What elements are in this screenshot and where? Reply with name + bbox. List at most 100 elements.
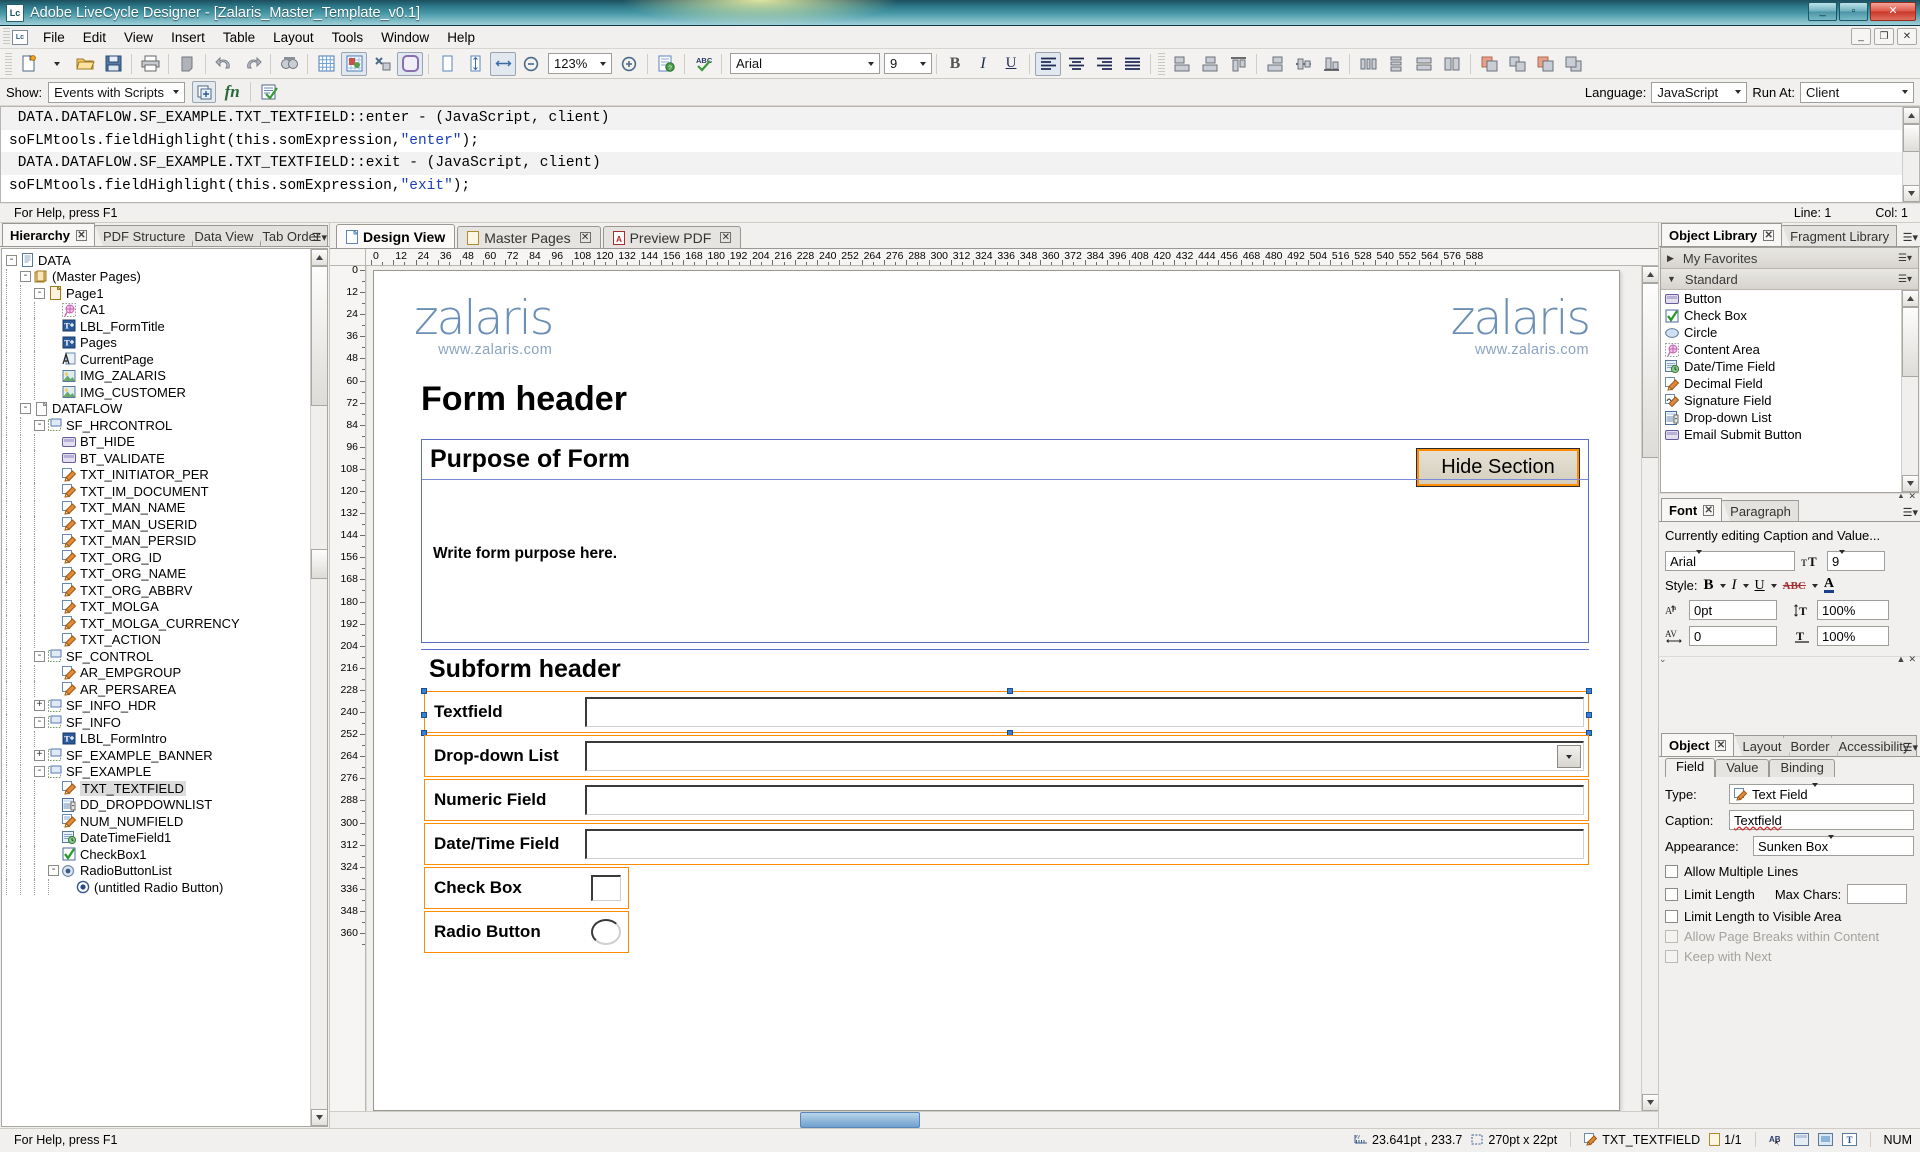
script-code-line-exit[interactable]: soFLMtools.fieldHighlight(this.somExpres…	[1, 175, 1919, 198]
panel-splitter-2[interactable]: ⌄ ▲ ✕	[1659, 654, 1920, 664]
tree-expander-expand-icon[interactable]: +	[34, 749, 45, 761]
form-page[interactable]: zalaris www.zalaris.com zalaris www.zala…	[373, 270, 1620, 1111]
panel-menu-icon[interactable]: ☰▾	[1903, 231, 1918, 244]
fit-page-icon[interactable]	[490, 51, 516, 76]
tab-preview-pdf[interactable]: A Preview PDF ✕	[602, 226, 742, 248]
underline-dropdown-icon[interactable]	[1770, 583, 1777, 588]
purpose-of-form-title[interactable]: Purpose of Form	[422, 440, 1588, 479]
tab-border[interactable]: Border	[1782, 735, 1838, 756]
tree-node-pages[interactable]: T Pages	[6, 334, 327, 352]
library-item-email-submit-button[interactable]: Email Submit Button	[1661, 426, 1918, 443]
chevron-down-icon[interactable]	[1896, 82, 1913, 102]
tab-hierarchy[interactable]: Hierarchy ✕	[2, 223, 95, 246]
tree-node-lbl-formintro[interactable]: T LBL_FormIntro	[6, 730, 327, 748]
tree-node-page1[interactable]: - Page1	[6, 285, 327, 302]
grid-icon[interactable]	[313, 52, 339, 76]
form-field-check-box[interactable]: Check Box	[424, 867, 629, 909]
menu-item-window[interactable]: Window	[372, 28, 438, 47]
library-vertical-scrollbar[interactable]	[1901, 290, 1918, 492]
form-field-radio-button[interactable]: Radio Button	[424, 911, 629, 953]
language-combo[interactable]: JavaScript	[1651, 81, 1748, 103]
tree-node-sf-info-hdr[interactable]: + SF_INFO_HDR	[6, 697, 327, 715]
tree-node-txt-man-userid[interactable]: TXT_MAN_USERID	[6, 516, 327, 533]
align-obj-right-icon[interactable]	[1262, 52, 1288, 76]
toolbar-drag-handle-2[interactable]	[1158, 52, 1165, 75]
library-group-my-favorites[interactable]: ▶ My Favorites ☰▾	[1661, 248, 1918, 269]
panel-menu-icon[interactable]: ☰▾	[312, 231, 327, 244]
scroll-thumb-secondary[interactable]	[311, 549, 327, 579]
close-icon[interactable]: ✕	[75, 229, 87, 241]
group-icon[interactable]	[1476, 52, 1502, 76]
close-button[interactable]: ✕	[1870, 2, 1916, 21]
canvas-vertical-scrollbar[interactable]	[1641, 266, 1658, 1111]
spell-check-icon[interactable]: ABC	[690, 52, 716, 76]
close-icon[interactable]: ✕	[579, 232, 591, 243]
check-script-syntax-icon[interactable]	[257, 81, 281, 103]
align-obj-center-icon[interactable]	[1197, 52, 1223, 76]
tree-node-datetimefield1[interactable]: DateTimeField1	[6, 829, 327, 847]
tree-node-checkbox1[interactable]: CheckBox1	[6, 846, 327, 863]
tree-node-untitled-radio-button[interactable]: (untitled Radio Button)	[6, 879, 327, 896]
align-obj-left-icon[interactable]	[1169, 52, 1195, 76]
tree-node-sf-example-banner[interactable]: + SF_EXAMPLE_BANNER	[6, 747, 327, 764]
object-appearance-combo[interactable]: Sunken Box	[1753, 834, 1914, 856]
menu-item-tools[interactable]: Tools	[323, 28, 373, 47]
tab-master-pages[interactable]: Master Pages ✕	[457, 226, 601, 248]
find-icon[interactable]	[276, 52, 302, 76]
object-library-list[interactable]: ▶ My Favorites ☰▾ ▼ Standard ☰▾ Button Ch…	[1660, 247, 1919, 493]
align-obj-bottom-icon[interactable]	[1318, 52, 1344, 76]
form-field-textfield[interactable]: Textfield	[421, 688, 1592, 736]
italic-dropdown-icon[interactable]	[1742, 583, 1749, 588]
font-color-icon[interactable]: A	[1823, 577, 1835, 593]
doc-restore-button[interactable]: ❐	[1874, 28, 1894, 45]
page-height-icon[interactable]	[462, 52, 488, 76]
tree-node-ca1[interactable]: CA1	[6, 301, 327, 319]
page-width-icon[interactable]	[434, 52, 460, 76]
selection-handle-tc[interactable]	[1006, 688, 1013, 694]
chevron-down-icon[interactable]	[1828, 834, 1835, 854]
tree-node-bt-validate[interactable]: BT_VALIDATE	[6, 450, 327, 467]
group-menu-icon[interactable]: ☰▾	[1898, 274, 1912, 285]
show-captions-icon[interactable]: T	[1841, 1133, 1857, 1146]
new-document-icon[interactable]	[16, 52, 42, 76]
scroll-thumb[interactable]	[1902, 307, 1918, 377]
field-input-radio-button[interactable]	[591, 919, 621, 945]
tree-node-dd-dropdownlist[interactable]: DD_DROPDOWNLIST	[6, 796, 327, 814]
zoom-level-combo[interactable]: 123%	[548, 53, 612, 74]
chevron-down-icon[interactable]	[1729, 82, 1747, 102]
tree-node-txt-initiator-per[interactable]: TXT_INITIATOR_PER	[6, 466, 327, 484]
align-obj-top-icon[interactable]	[1225, 52, 1251, 76]
script-source-editor[interactable]: DATA.DATAFLOW.SF_EXAMPLE.TXT_TEXTFIELD::…	[0, 106, 1920, 203]
chevron-right-icon[interactable]: ▶	[1667, 253, 1674, 264]
scroll-thumb[interactable]	[1903, 124, 1919, 152]
tree-node-txt-man-name[interactable]: TXT_MAN_NAME	[6, 499, 327, 517]
tree-node-radiobuttonlist[interactable]: - RadioButtonList	[6, 862, 327, 880]
tree-node-data[interactable]: - DATA	[6, 252, 327, 269]
field-input-numeric-field[interactable]	[585, 785, 1584, 815]
tree-expander-collapse-icon[interactable]: -	[48, 865, 59, 877]
field-input-check-box[interactable]	[591, 875, 621, 901]
panel-menu-icon[interactable]: ☰▾	[1903, 506, 1918, 519]
max-chars-input[interactable]	[1847, 884, 1908, 904]
script-code-line-enter[interactable]: soFLMtools.fieldHighlight(this.somExpres…	[1, 130, 1919, 153]
snap-to-grid-icon[interactable]	[341, 51, 367, 76]
form-field-date-time-field[interactable]: Date/Time Field	[424, 823, 1589, 865]
chevron-down-icon[interactable]	[862, 54, 879, 73]
maximize-button[interactable]: ▫	[1839, 2, 1868, 21]
object-caption-input[interactable]: Textfield	[1729, 810, 1914, 830]
tree-node-txt-textfield[interactable]: TXT_TEXTFIELD	[6, 780, 327, 797]
tree-node-num-numfield[interactable]: NUM_NUMFIELD	[6, 813, 327, 830]
library-item-check-box[interactable]: Check Box	[1661, 307, 1918, 324]
form-field-drop-down-list[interactable]: Drop-down List	[424, 735, 1589, 777]
tree-node-sf-control[interactable]: - SF_CONTROL	[6, 648, 327, 665]
field-input-date-time-field[interactable]	[585, 829, 1584, 859]
tab-design-view[interactable]: Design View	[336, 224, 456, 248]
bold-dropdown-icon[interactable]	[1719, 583, 1726, 588]
font-size-combo[interactable]: 9	[884, 53, 932, 74]
script-vertical-scrollbar[interactable]	[1902, 107, 1919, 202]
tree-expander-collapse-icon[interactable]: -	[6, 254, 17, 266]
ungroup-icon[interactable]	[1504, 52, 1530, 76]
scroll-up-icon[interactable]	[311, 249, 327, 266]
tree-node-currentpage[interactable]: CurrentPage	[6, 351, 327, 368]
hierarchy-vertical-scrollbar[interactable]	[310, 249, 327, 1126]
